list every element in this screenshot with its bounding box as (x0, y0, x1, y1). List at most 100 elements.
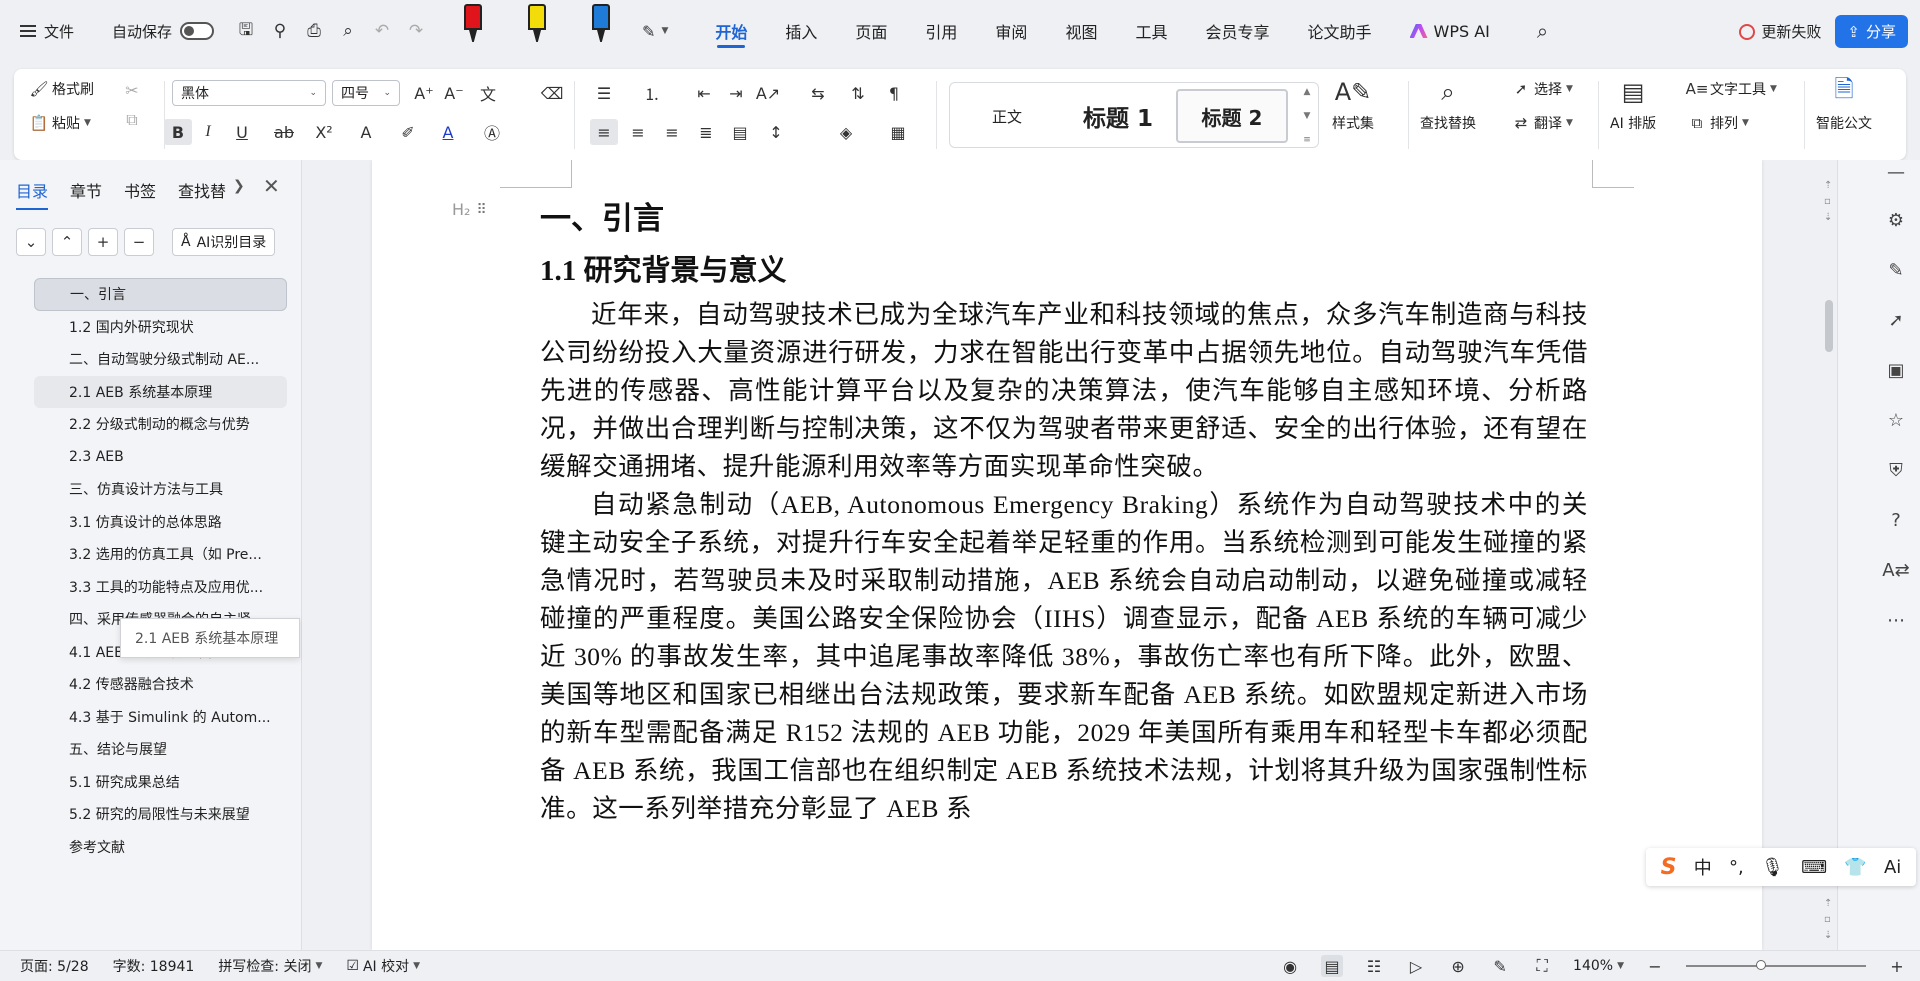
toc-item[interactable]: 参考文献 (34, 831, 287, 864)
shrink-font-icon[interactable]: A⁻ (440, 80, 468, 106)
page-select-icon[interactable]: ▫ (1824, 196, 1831, 207)
style-heading-1[interactable]: 标题 1 (1062, 89, 1174, 143)
scrollbar-thumb[interactable] (1825, 300, 1833, 352)
word-count[interactable]: 字数: 18941 (113, 956, 195, 976)
page-view-icon[interactable]: ▤ (1321, 955, 1344, 977)
zoom-out-icon[interactable]: − (1644, 955, 1666, 977)
grow-font-icon[interactable]: A⁺ (410, 80, 438, 106)
highlight-icon[interactable]: ✐ (394, 119, 422, 145)
numbered-list-icon[interactable]: ⒈ (638, 80, 666, 106)
close-icon[interactable]: ✕ (263, 174, 280, 198)
toc-item[interactable]: 2.3 AEB (34, 441, 287, 474)
tab-bookmarks[interactable]: 书签 (124, 178, 156, 202)
spellcheck-status[interactable]: 拼写检查: 关闭 ▼ (218, 956, 322, 976)
add-heading-icon[interactable]: + (88, 228, 118, 256)
tab-review[interactable]: 审阅 (976, 0, 1046, 62)
collapse-up-icon[interactable]: ⌃ (52, 228, 82, 256)
decrease-indent-icon[interactable]: ⇤ (690, 80, 718, 106)
skin-icon[interactable]: 👕 (1844, 857, 1866, 878)
undo-icon[interactable]: ↶ (372, 21, 392, 41)
zoom-slider[interactable] (1686, 960, 1866, 970)
tab-paper-assistant[interactable]: 论文助手 (1288, 0, 1390, 62)
autosave-toggle[interactable] (180, 22, 215, 40)
font-name-select[interactable]: 黑体 ⌄ (172, 80, 326, 106)
expand-down-icon[interactable]: ⌄ (16, 228, 46, 256)
line-sort-icon[interactable]: ⇅ (844, 80, 872, 106)
tab-find-replace[interactable]: 查找替 (178, 178, 226, 202)
style-normal[interactable]: 正文 (954, 89, 1060, 143)
ime-mode[interactable]: 中 (1694, 854, 1712, 880)
ai-assistant-icon[interactable]: Ai (1884, 857, 1901, 878)
more-icon[interactable]: ⋯ (1884, 608, 1908, 632)
chevron-right-icon[interactable]: ❯ (233, 178, 245, 194)
ai-detect-toc-button[interactable]: Å AI识别目录 (172, 228, 276, 256)
scroll-up-icon[interactable]: ⇡ (1824, 180, 1832, 191)
toc-item[interactable]: 2.2 分级式制动的概念与优势 (34, 408, 287, 441)
tab-references[interactable]: 引用 (906, 0, 976, 62)
toc-item[interactable]: 5.2 研究的局限性与未来展望 (34, 798, 287, 831)
phonetic-guide-icon[interactable]: 文 (474, 80, 502, 106)
file-menu[interactable]: 文件 (20, 21, 74, 42)
tab-insert[interactable]: 插入 (766, 0, 836, 62)
font-color-icon[interactable]: A (434, 119, 462, 145)
web-view-icon[interactable]: ⊕ (1447, 955, 1469, 977)
gallery-icon[interactable]: ▣ (1884, 358, 1908, 382)
keyboard-icon[interactable]: ⌨ (1801, 857, 1827, 878)
smart-document-button[interactable]: 🗎 智能公文 (1816, 75, 1872, 133)
toc-item[interactable]: 4.2 传感器融合技术 (34, 668, 287, 701)
clear-format-icon[interactable]: ⌫ (538, 80, 566, 106)
toc-item[interactable]: 三、仿真设计方法与工具 (34, 473, 287, 506)
toc-item[interactable]: 3.2 选用的仿真工具（如 Pre... (34, 538, 287, 571)
tab-sections[interactable]: 章节 (70, 178, 102, 202)
eye-protection-icon[interactable]: ◉ (1279, 955, 1301, 977)
red-marker-icon[interactable] (456, 0, 490, 48)
text-tools-button[interactable]: A≡ 文字工具 ▼ (1686, 79, 1777, 99)
pen-dropdown[interactable]: ✎ ▼ (642, 22, 668, 41)
translate-text-icon[interactable]: A⇄ (1882, 558, 1909, 582)
outline-view-icon[interactable]: ☷ (1363, 955, 1385, 977)
bullet-list-icon[interactable]: ☰ (590, 80, 618, 106)
text-direction-icon[interactable]: A↗ (754, 80, 782, 106)
tab-page[interactable]: 页面 (836, 0, 906, 62)
toc-item[interactable]: 3.1 仿真设计的总体思路 (34, 506, 287, 539)
heading-handle[interactable]: H₂ ⠿ (452, 200, 487, 219)
sogou-logo-icon[interactable]: S (1661, 855, 1677, 880)
star-icon[interactable]: ☆ (1884, 408, 1908, 432)
yellow-marker-icon[interactable] (520, 0, 554, 48)
zoom-in-icon[interactable]: + (1886, 955, 1908, 977)
redo-icon[interactable]: ↷ (406, 21, 426, 41)
zoom-level[interactable]: 140% ▼ (1573, 958, 1624, 974)
align-right-icon[interactable]: ≡ (658, 119, 686, 145)
help-icon[interactable]: ? (1884, 508, 1908, 532)
vertical-scrollbar[interactable]: ⇡ ▫ ⇣ ⇡ ▫ ⇣ (1822, 160, 1836, 950)
blue-marker-icon[interactable] (584, 0, 618, 48)
italic-icon[interactable]: I (194, 119, 222, 145)
tab-home[interactable]: 开始 (696, 0, 766, 62)
browse-object-icon[interactable]: ▫ (1824, 914, 1831, 925)
align-left-icon[interactable]: ≡ (590, 119, 618, 145)
collapse-rail-icon[interactable]: — (1884, 160, 1908, 184)
style-heading-2[interactable]: 标题 2 (1176, 89, 1288, 143)
toc-item[interactable]: 1.2 国内外研究现状 (34, 311, 287, 344)
microphone-icon[interactable]: 🎙 (1761, 857, 1784, 878)
search-icon[interactable]: ⌕ (1537, 19, 1548, 43)
format-painter-button[interactable]: 🖌 格式刷 (29, 79, 94, 99)
justify-icon[interactable]: ≣ (692, 119, 720, 145)
sort-icon[interactable]: ⇆ (804, 80, 832, 106)
shading-icon[interactable]: ◈ (832, 119, 860, 145)
cut-icon[interactable]: ✂ (118, 77, 146, 103)
ai-proofread-button[interactable]: ☑ AI 校对 ▼ (346, 956, 420, 976)
tab-view[interactable]: 视图 (1046, 0, 1116, 62)
toc-item[interactable]: 二、自动驾驶分级式制动 AE... (34, 343, 287, 376)
pointer-icon[interactable]: ➚ (1884, 308, 1908, 332)
next-page-icon[interactable]: ⇣ (1824, 930, 1832, 941)
line-spacing-icon[interactable]: ↕ (762, 119, 790, 145)
character-border-icon[interactable]: Ⓐ (478, 119, 506, 145)
remove-heading-icon[interactable]: − (124, 228, 154, 256)
strikethrough-icon[interactable]: ab (270, 119, 298, 145)
previous-page-icon[interactable]: ⇡ (1824, 898, 1832, 909)
tab-member[interactable]: 会员专享 (1186, 0, 1288, 62)
toc-item[interactable]: 4.3 基于 Simulink 的 Autom... (34, 701, 287, 734)
toc-item[interactable]: 3.3 工具的功能特点及应用优... (34, 571, 287, 604)
zoom-slider-knob[interactable] (1756, 960, 1766, 970)
